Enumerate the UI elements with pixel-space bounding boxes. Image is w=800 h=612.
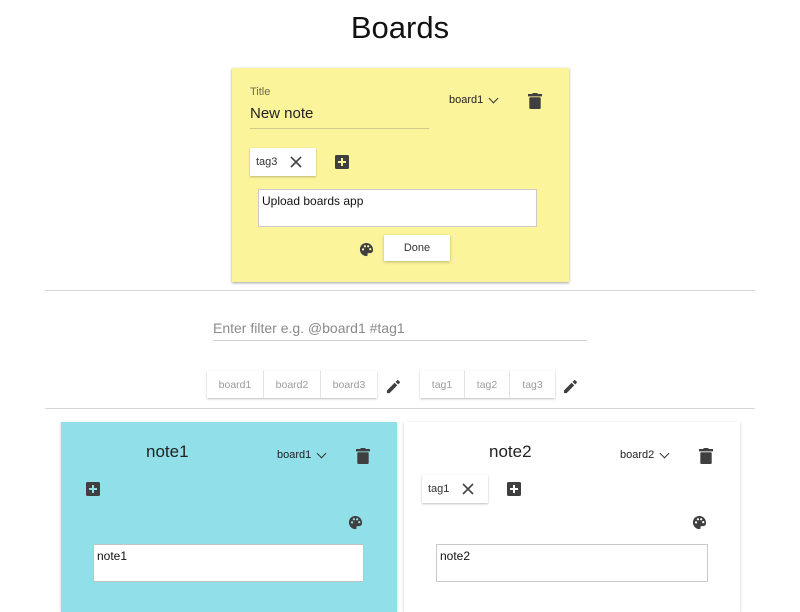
note-content-textarea[interactable]: note2: [436, 544, 708, 582]
palette-icon: [692, 515, 706, 529]
note-card: note1 board1 note1: [61, 422, 397, 612]
palette-icon: [359, 242, 373, 256]
tag-filter-tag1[interactable]: tag1: [420, 371, 465, 398]
chevron-down-icon: [488, 93, 499, 103]
close-icon[interactable]: [462, 483, 474, 495]
chevron-down-icon: [316, 448, 327, 458]
add-box-icon: [86, 482, 100, 496]
board-select[interactable]: board1: [277, 448, 327, 461]
title-field-label: Title: [250, 86, 271, 98]
add-tag-button[interactable]: [85, 481, 101, 497]
edit-icon: [386, 379, 400, 393]
edit-tags-button[interactable]: [561, 377, 579, 395]
board-select[interactable]: board1: [449, 93, 499, 106]
add-tag-button[interactable]: [506, 481, 522, 497]
color-picker-button[interactable]: [346, 513, 364, 531]
divider: [45, 408, 755, 409]
palette-icon: [348, 515, 362, 529]
edit-boards-button[interactable]: [384, 377, 402, 395]
add-tag-button[interactable]: [334, 154, 350, 170]
delete-note-button[interactable]: [354, 447, 372, 465]
tag-filter-tag3[interactable]: tag3: [510, 371, 555, 398]
chevron-down-icon: [659, 448, 670, 458]
delete-note-button[interactable]: [526, 92, 544, 110]
note-card: note2 board2 tag1 note2: [404, 422, 740, 612]
board-select-value: board2: [620, 449, 655, 461]
tag-chip-label: tag1: [428, 483, 450, 495]
board-filter-group: board1 board2 board3: [207, 371, 377, 398]
board-filter-board1[interactable]: board1: [207, 371, 264, 398]
board-filter-board3[interactable]: board3: [321, 371, 377, 398]
note-title[interactable]: note1: [146, 442, 189, 462]
board-select-value: board1: [277, 449, 312, 461]
title-input[interactable]: New note: [250, 105, 313, 122]
delete-note-button[interactable]: [697, 447, 715, 465]
delete-icon: [528, 93, 542, 109]
divider: [45, 290, 755, 291]
color-picker-button[interactable]: [690, 513, 708, 531]
add-box-icon: [335, 155, 349, 169]
delete-icon: [699, 448, 713, 464]
page-title: Boards: [350, 10, 450, 45]
note-editor-card: Title New note board1 tag3 Upload boards…: [232, 68, 569, 282]
tag-chip[interactable]: tag1: [422, 475, 488, 503]
filter-input[interactable]: [213, 316, 587, 341]
title-input-underline: [250, 128, 429, 129]
close-icon[interactable]: [290, 156, 302, 168]
done-button[interactable]: Done: [384, 235, 450, 261]
delete-icon: [356, 448, 370, 464]
note-content-textarea[interactable]: note1: [93, 544, 364, 582]
color-picker-button[interactable]: [357, 240, 375, 258]
add-box-icon: [507, 482, 521, 496]
board-select-value: board1: [449, 94, 484, 106]
edit-icon: [563, 379, 577, 393]
board-filter-board2[interactable]: board2: [264, 371, 321, 398]
tag-filter-tag2[interactable]: tag2: [465, 371, 510, 398]
board-select[interactable]: board2: [620, 448, 670, 461]
tag-filter-group: tag1 tag2 tag3: [420, 371, 555, 398]
tag-chip[interactable]: tag3: [250, 148, 316, 176]
tag-chip-label: tag3: [256, 156, 278, 168]
note-content-textarea[interactable]: Upload boards app: [258, 189, 537, 227]
note-title[interactable]: note2: [489, 442, 532, 462]
